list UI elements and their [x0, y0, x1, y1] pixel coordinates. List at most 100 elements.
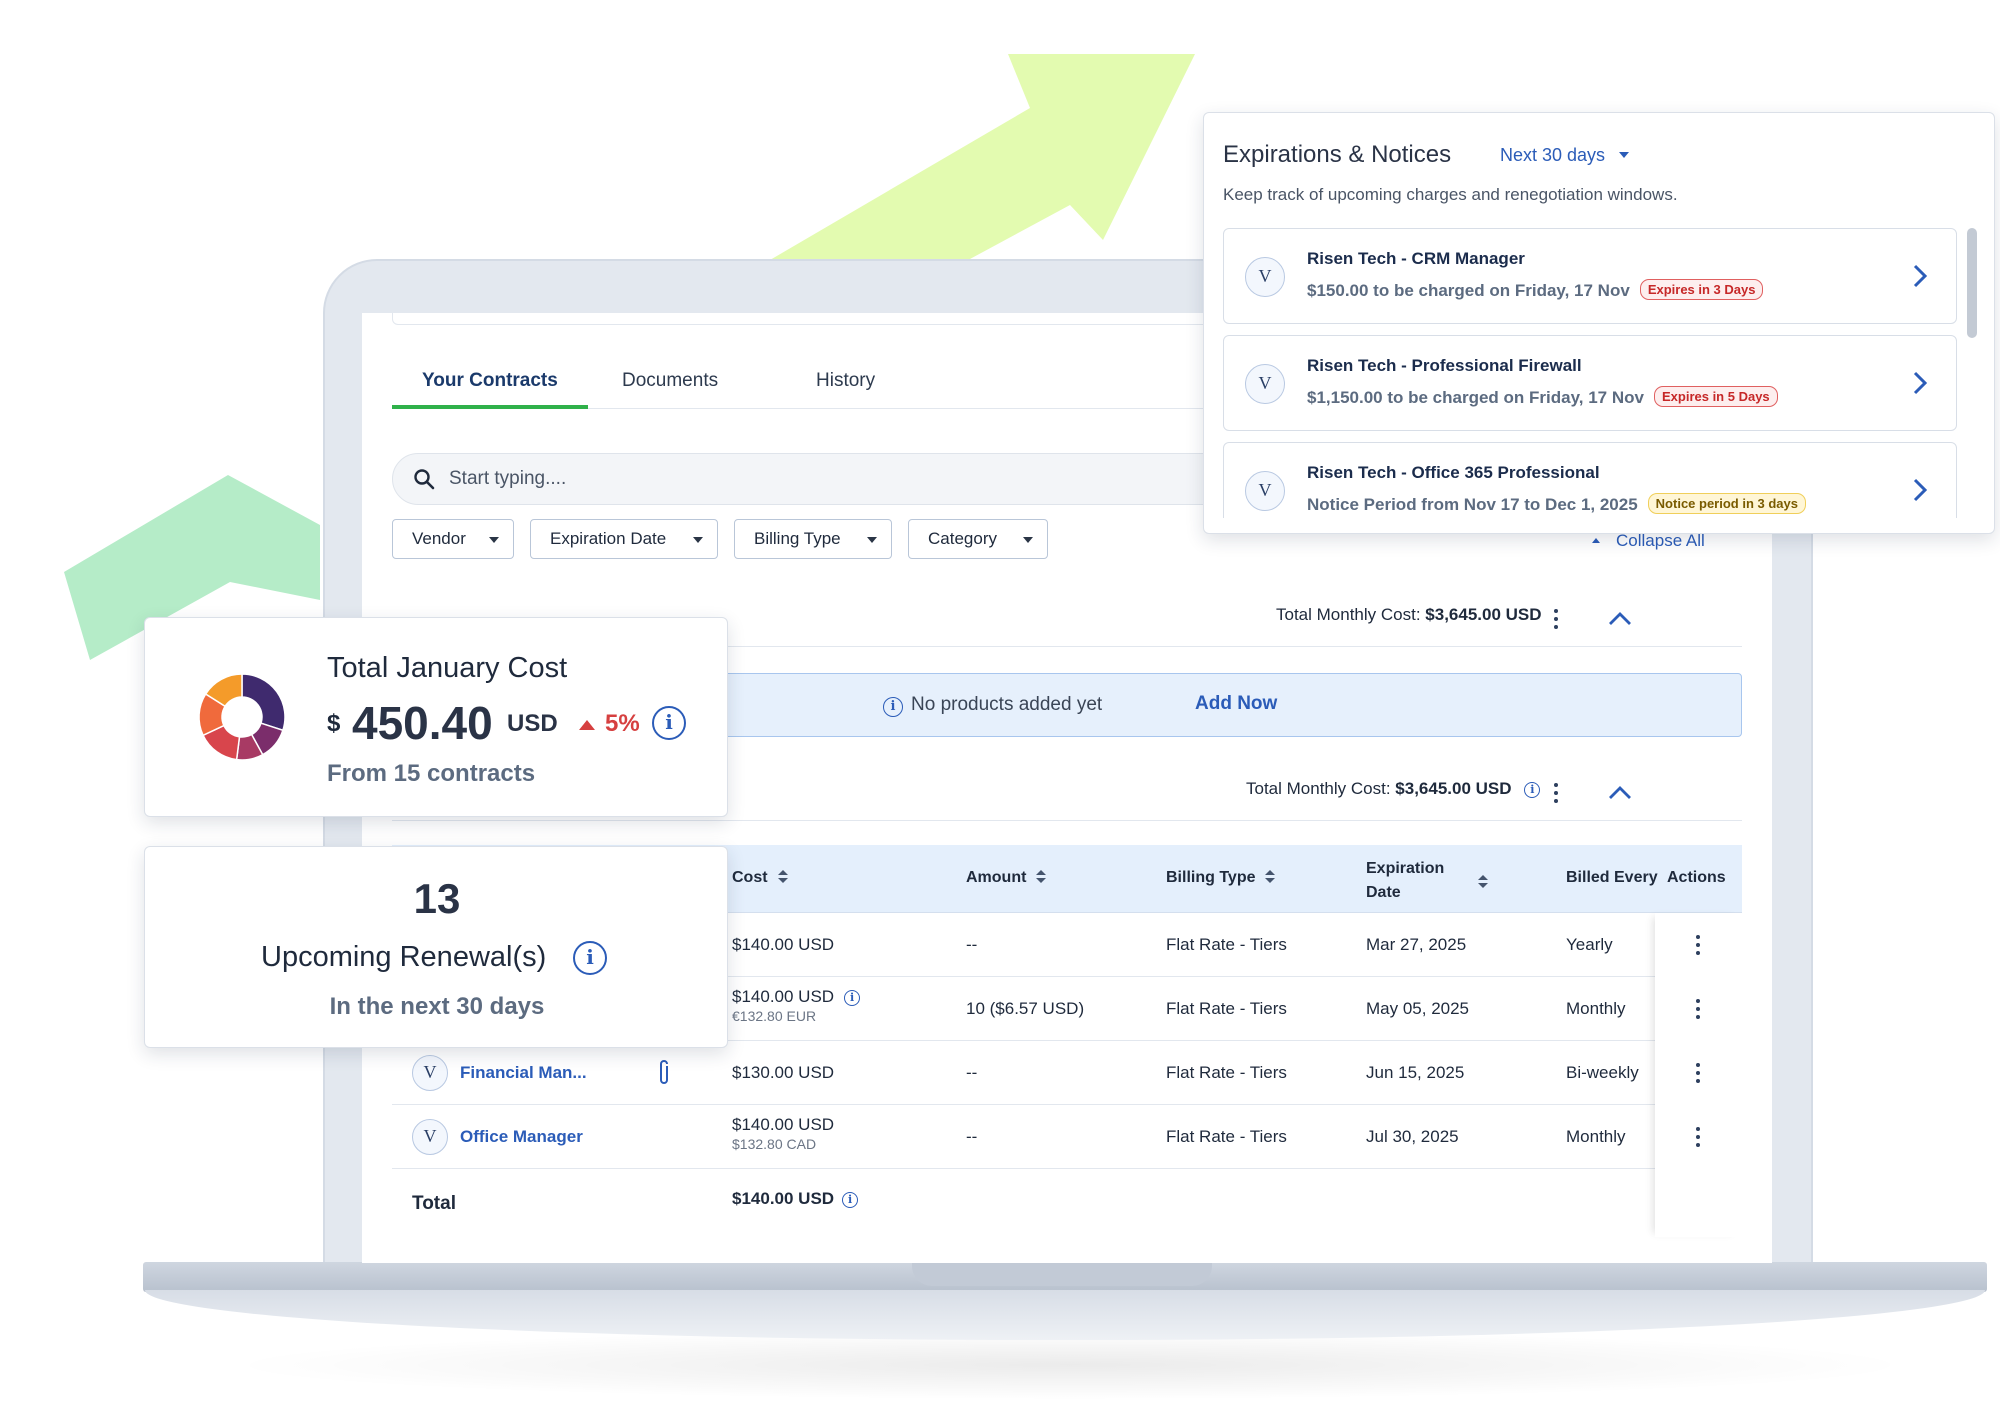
status-badge: Notice period in 3 days: [1647, 493, 1806, 514]
info-icon: i: [883, 697, 903, 717]
row-billing-type: Flat Rate - Tiers: [1166, 999, 1287, 1018]
chevron-down-icon: [867, 537, 877, 543]
column-header-billing-type[interactable]: Billing Type: [1166, 869, 1276, 887]
table-row: V Office Manager $140.00 USD $132.80 CAD …: [392, 1105, 1742, 1169]
filter-vendor-label: Vendor: [412, 529, 466, 548]
row-cost: $140.00 USD: [732, 935, 835, 954]
renewals-count: 13: [413, 875, 461, 922]
collapse-all-button[interactable]: Collapse All: [1592, 531, 1705, 551]
sort-icon[interactable]: [1036, 870, 1047, 884]
group-total-cost: Total Monthly Cost: $3,645.00 USD i: [1246, 779, 1541, 799]
row-amount: --: [966, 935, 978, 954]
expirations-scrollbar[interactable]: [1967, 228, 1977, 518]
expiration-item-detail: Notice Period from Nov 17 to Dec 1, 2025…: [1307, 493, 1806, 515]
row-more-icon[interactable]: [1691, 1125, 1705, 1149]
filter-billing-type[interactable]: Billing Type: [734, 519, 892, 559]
table-total-value: $140.00 USD i: [732, 1189, 859, 1209]
filter-billing-type-label: Billing Type: [754, 529, 841, 548]
column-header-amount[interactable]: Amount: [966, 869, 1047, 887]
row-more-icon[interactable]: [1691, 997, 1705, 1021]
column-header-expiration-date[interactable]: Expiration Date: [1366, 857, 1488, 905]
date-range-dropdown[interactable]: Next 30 days: [1500, 145, 1630, 166]
chevron-down-icon: [1619, 152, 1630, 158]
tab-your-contracts[interactable]: Your Contracts: [392, 357, 588, 409]
renewals-subtitle: In the next 30 days: [329, 993, 545, 1020]
chevron-up-icon[interactable]: [1606, 609, 1634, 629]
row-cost: $140.00 USD $132.80 CAD: [732, 1115, 835, 1152]
group-more-icon[interactable]: [1549, 781, 1563, 805]
expiration-item[interactable]: V Risen Tech - Office 365 Professional N…: [1223, 442, 1957, 518]
row-expiration-date: Jun 15, 2025: [1366, 1063, 1465, 1082]
expirations-title: Expirations & Notices: [1223, 141, 1452, 168]
expiration-item-detail: $150.00 to be charged on Friday, 17 Nov E…: [1307, 279, 1764, 301]
row-more-icon[interactable]: [1691, 1061, 1705, 1085]
chevron-right-icon[interactable]: [1912, 263, 1928, 289]
sort-icon[interactable]: [777, 870, 788, 884]
chevron-right-icon[interactable]: [1912, 370, 1928, 396]
row-cost-converted: €132.80 EUR: [732, 1008, 817, 1024]
column-header-cost[interactable]: Cost: [732, 869, 788, 887]
search-input[interactable]: [449, 464, 1249, 494]
expiration-item[interactable]: V Risen Tech - Professional Firewall $1,…: [1223, 335, 1957, 431]
group-total-label: Total Monthly Cost:: [1246, 779, 1391, 798]
row-billed-every: Bi-weekly: [1566, 1063, 1639, 1082]
sort-icon[interactable]: [1265, 870, 1276, 884]
search-bar: [392, 453, 1292, 505]
row-more-icon[interactable]: [1691, 933, 1705, 957]
paperclip-icon[interactable]: [656, 1059, 672, 1087]
vendor-avatar: V: [412, 1119, 448, 1155]
scrollbar-thumb[interactable]: [1967, 228, 1977, 338]
renewals-title: Upcoming Renewal(s): [261, 941, 547, 973]
vendor-avatar: V: [412, 1055, 448, 1091]
empty-products-message: No products added yet: [911, 694, 1103, 715]
expirations-list: V Risen Tech - CRM Manager $150.00 to be…: [1223, 228, 1959, 518]
vendor-avatar: V: [1245, 364, 1285, 404]
status-badge: Expires in 5 Days: [1653, 386, 1778, 407]
laptop-notch: [912, 1262, 1212, 1286]
group-total-label: Total Monthly Cost:: [1276, 605, 1421, 624]
chevron-up-icon: [1592, 538, 1600, 543]
expiration-item-detail: $1,150.00 to be charged on Friday, 17 No…: [1307, 386, 1778, 408]
filter-vendor[interactable]: Vendor: [392, 519, 514, 559]
vendor-avatar: V: [1245, 257, 1285, 297]
sort-icon[interactable]: [1478, 875, 1488, 889]
expirations-card: Expirations & Notices Next 30 days Keep …: [1203, 112, 1995, 534]
total-cost-title: Total January Cost: [327, 652, 568, 684]
filter-category[interactable]: Category: [908, 519, 1048, 559]
laptop-shadow: [220, 1330, 1920, 1400]
filter-expiration-date[interactable]: Expiration Date: [530, 519, 718, 559]
group-more-icon[interactable]: [1549, 607, 1563, 631]
tab-history[interactable]: History: [816, 357, 875, 409]
row-amount: 10 ($6.57 USD): [966, 999, 1085, 1018]
total-cost-value: 450.40: [352, 697, 493, 749]
chevron-up-icon[interactable]: [1606, 783, 1634, 803]
filter-category-label: Category: [928, 529, 997, 548]
donut-chart-icon: [198, 673, 286, 761]
chevron-right-icon[interactable]: [1912, 477, 1928, 503]
expiration-item[interactable]: V Risen Tech - CRM Manager $150.00 to be…: [1223, 228, 1957, 324]
group-total-value: $3,645.00 USD: [1395, 779, 1512, 798]
info-icon[interactable]: i: [842, 1192, 859, 1208]
tab-documents[interactable]: Documents: [622, 357, 718, 409]
cost-change-percent: 5%: [605, 710, 640, 737]
chevron-down-icon: [1023, 537, 1033, 543]
group-total-cost: Total Monthly Cost: $3,645.00 USD: [1276, 605, 1542, 625]
row-billed-every: Monthly: [1566, 999, 1626, 1018]
add-now-link[interactable]: Add Now: [1195, 693, 1277, 715]
column-header-billed-every: Billed Every: [1566, 869, 1658, 886]
product-name-link[interactable]: Financial Man...: [460, 1063, 587, 1083]
status-badge: Expires in 3 Days: [1639, 279, 1764, 300]
info-icon[interactable]: i: [844, 990, 861, 1006]
row-billed-every: Monthly: [1566, 1127, 1626, 1146]
column-header-actions: Actions: [1667, 869, 1726, 886]
row-expiration-date: Mar 27, 2025: [1366, 935, 1467, 954]
currency-symbol: $: [327, 710, 341, 737]
info-icon[interactable]: i: [1524, 782, 1541, 798]
info-icon[interactable]: i: [573, 941, 607, 975]
upcoming-renewals-card: 13 Upcoming Renewal(s) i In the next 30 …: [144, 846, 728, 1048]
row-billing-type: Flat Rate - Tiers: [1166, 935, 1287, 954]
info-icon[interactable]: i: [652, 706, 686, 740]
row-billing-type: Flat Rate - Tiers: [1166, 1063, 1287, 1082]
product-name-link[interactable]: Office Manager: [460, 1127, 583, 1147]
contracts-count-subtitle: From 15 contracts: [327, 760, 536, 787]
